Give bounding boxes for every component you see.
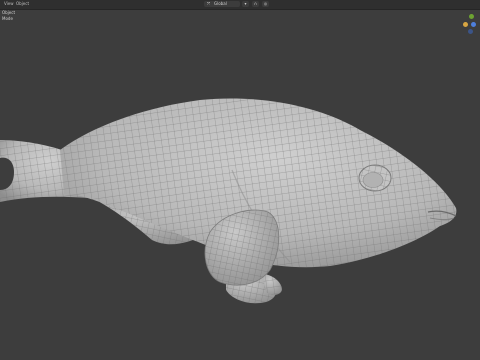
gizmo-x-axis[interactable] <box>463 22 468 27</box>
transform-orientation-dropdown[interactable]: ⤧ Global <box>204 1 240 7</box>
gizmo-z-axis[interactable] <box>471 22 476 27</box>
menu-object[interactable]: Object <box>16 1 29 7</box>
mode-selector[interactable]: Object Mode <box>2 10 15 22</box>
menu-view[interactable]: View <box>4 1 14 7</box>
fish-eye <box>358 164 392 192</box>
fish-mesh[interactable] <box>0 0 480 360</box>
viewport-header: View Object ⤧ Global ▾ ∩ ◎ <box>0 0 480 10</box>
navigation-gizmo[interactable] <box>460 9 480 39</box>
gizmo-y-axis[interactable] <box>469 14 474 19</box>
gizmo-negative-axis[interactable] <box>468 29 473 34</box>
magnet-icon[interactable]: ∩ <box>252 1 259 7</box>
orientation-icon: ⤧ <box>207 1 211 6</box>
chevron-down-icon[interactable]: ▾ <box>242 1 249 7</box>
3d-viewport[interactable]: View Object ⤧ Global ▾ ∩ ◎ Object Mode <box>0 0 480 360</box>
transform-orientation-label: Global <box>214 1 227 6</box>
proportional-edit-icon[interactable]: ◎ <box>262 1 269 7</box>
